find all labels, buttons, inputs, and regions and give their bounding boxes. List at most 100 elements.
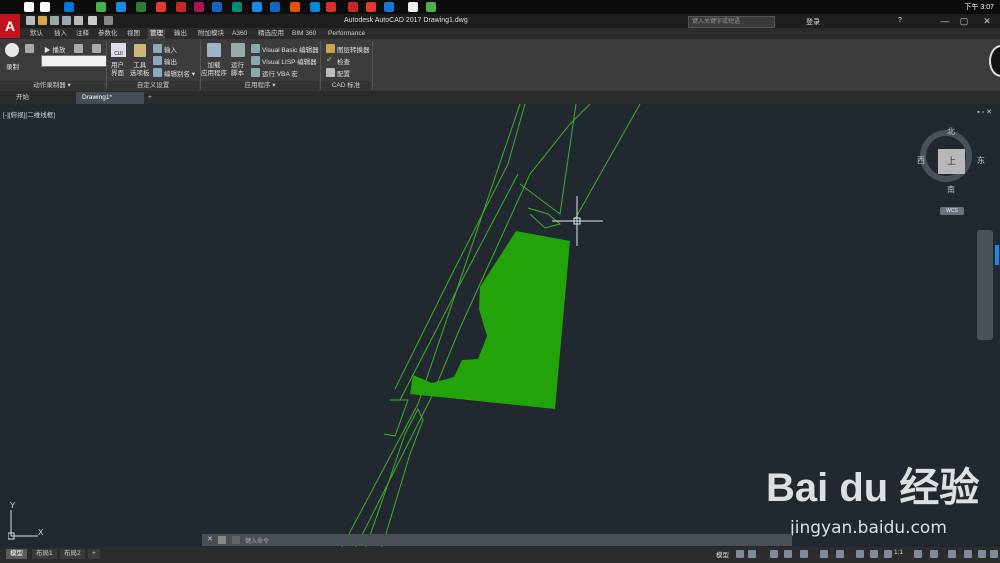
viewcube-top-face[interactable]: 上	[938, 149, 965, 174]
request-input-icon[interactable]	[92, 44, 101, 53]
layout-tab[interactable]: 布局1	[32, 549, 57, 559]
open-folder-icon[interactable]	[38, 16, 47, 25]
viewport-controls-label[interactable]: [-][俯视][二维线框]	[3, 109, 55, 119]
status-toggle-icon[interactable]	[978, 550, 986, 558]
taskbar-app-icon[interactable]	[116, 2, 126, 12]
compass-north[interactable]: 北	[947, 126, 955, 137]
save-as-icon[interactable]	[62, 16, 71, 25]
print-icon[interactable]	[74, 16, 83, 25]
visual-lisp-icon[interactable]	[251, 56, 260, 65]
taskbar-app-icon[interactable]	[270, 2, 280, 12]
compass-east[interactable]: 东	[977, 155, 985, 166]
layer-translator-button[interactable]: 图层转换器	[337, 44, 370, 54]
file-tab[interactable]: 开始	[10, 92, 35, 104]
tool-palettes-icon[interactable]	[134, 44, 146, 57]
ribbon-tab[interactable]: 默认	[28, 29, 45, 39]
taskbar-app-icon[interactable]	[96, 2, 106, 12]
status-toggle-icon[interactable]	[748, 550, 756, 558]
file-tab[interactable]: Drawing1*	[76, 92, 144, 104]
visual-lisp-editor-button[interactable]: Visual LISP 编辑器	[262, 56, 317, 66]
status-toggle-icon[interactable]	[784, 550, 792, 558]
edit-aliases-icon[interactable]	[153, 68, 162, 77]
taskbar-app-icon[interactable]	[156, 2, 166, 12]
new-file-icon[interactable]	[26, 16, 35, 25]
ribbon-tab[interactable]: 插入	[52, 29, 69, 39]
status-toggle-icon[interactable]	[736, 550, 744, 558]
save-icon[interactable]	[50, 16, 59, 25]
taskbar-app-icon[interactable]	[290, 2, 300, 12]
user-interface-button[interactable]: 用户 界面	[111, 62, 124, 78]
status-toggle-icon[interactable]	[948, 550, 956, 558]
insert-message-icon[interactable]	[74, 44, 83, 53]
wcs-menu[interactable]: WCS	[940, 207, 964, 215]
taskbar-app-icon[interactable]	[366, 2, 376, 12]
panel-title-applications[interactable]: 应用程序 ▾	[201, 81, 319, 91]
customize-command-icon[interactable]	[218, 536, 226, 544]
undo-icon[interactable]	[88, 16, 97, 25]
taskbar-app-icon[interactable]	[40, 2, 50, 12]
panel-title-action-recorder[interactable]: 动作录制器 ▾	[0, 81, 104, 91]
taskbar-app-icon[interactable]	[348, 2, 358, 12]
ribbon-tab[interactable]: A360	[230, 29, 249, 39]
taskbar-app-icon[interactable]	[426, 2, 436, 12]
load-application-icon[interactable]	[207, 43, 221, 57]
status-toggle-icon[interactable]	[820, 550, 828, 558]
navigation-bar[interactable]	[977, 230, 993, 340]
ribbon-tab[interactable]: BIM 360	[290, 29, 318, 39]
taskbar-app-icon[interactable]	[136, 2, 146, 12]
ribbon-tab[interactable]: Performance	[326, 29, 367, 39]
status-toggle-icon[interactable]	[964, 550, 972, 558]
taskbar-app-icon[interactable]	[64, 2, 74, 12]
ribbon-tab[interactable]: 附加模块	[196, 29, 226, 39]
edit-aliases-button[interactable]: 编辑别名 ▾	[164, 68, 195, 78]
check-icon[interactable]: ✔	[326, 55, 333, 64]
model-space-button[interactable]: 模型	[716, 549, 729, 559]
new-tab-button[interactable]: +	[142, 92, 158, 104]
redo-icon[interactable]	[104, 16, 113, 25]
run-script-button[interactable]: 运行 脚本	[231, 62, 244, 78]
taskbar-app-icon[interactable]	[24, 2, 34, 12]
compass-south[interactable]: 南	[947, 184, 955, 195]
close-button[interactable]: ✕	[978, 15, 996, 27]
ribbon-tab[interactable]: 精选应用	[256, 29, 286, 39]
help-button[interactable]: ?	[898, 17, 902, 24]
configure-button[interactable]: 配置	[337, 68, 350, 78]
run-script-icon[interactable]	[231, 43, 245, 57]
layout-tab[interactable]: +	[88, 549, 100, 559]
taskbar-app-icon[interactable]	[384, 2, 394, 12]
ribbon-tab[interactable]: 参数化	[96, 29, 120, 39]
status-toggle-icon[interactable]	[836, 550, 844, 558]
configure-icon[interactable]	[326, 68, 335, 77]
annotation-scale[interactable]: 1:1	[894, 549, 903, 556]
status-toggle-icon[interactable]	[856, 550, 864, 558]
status-toggle-icon[interactable]	[800, 550, 808, 558]
visual-basic-icon[interactable]	[251, 44, 260, 53]
status-toggle-icon[interactable]	[884, 550, 892, 558]
taskbar-app-icon[interactable]	[310, 2, 320, 12]
layout-tab[interactable]: 模型	[6, 549, 27, 559]
macro-select[interactable]	[41, 55, 107, 67]
status-toggle-icon[interactable]	[990, 550, 998, 558]
taskbar-app-icon[interactable]	[408, 2, 418, 12]
import-icon[interactable]	[153, 44, 162, 53]
preferences-icon[interactable]	[25, 44, 34, 53]
ribbon-tab[interactable]: 输出	[172, 29, 189, 39]
status-toggle-icon[interactable]	[870, 550, 878, 558]
play-button[interactable]: ▶ 播放	[44, 44, 65, 54]
viewport-window-controls[interactable]: ▪ ▫ ✕	[977, 108, 992, 116]
close-command-line-icon[interactable]: ✕	[207, 535, 213, 543]
application-menu-button[interactable]: A	[0, 14, 20, 38]
sign-in-button[interactable]: 登录	[806, 17, 820, 27]
ribbon-tab[interactable]: 视图	[125, 29, 142, 39]
compass-west[interactable]: 西	[917, 155, 925, 166]
cui-icon[interactable]: CUI	[111, 43, 126, 57]
status-toggle-icon[interactable]	[930, 550, 938, 558]
maximize-button[interactable]: ▢	[955, 15, 973, 27]
export-icon[interactable]	[153, 56, 162, 65]
check-button[interactable]: 检查	[337, 56, 350, 66]
taskbar-app-icon[interactable]	[194, 2, 204, 12]
taskbar-app-icon[interactable]	[176, 2, 186, 12]
taskbar-app-icon[interactable]	[212, 2, 222, 12]
search-input[interactable]: 键入关键字或短语	[688, 16, 775, 28]
status-toggle-icon[interactable]	[770, 550, 778, 558]
